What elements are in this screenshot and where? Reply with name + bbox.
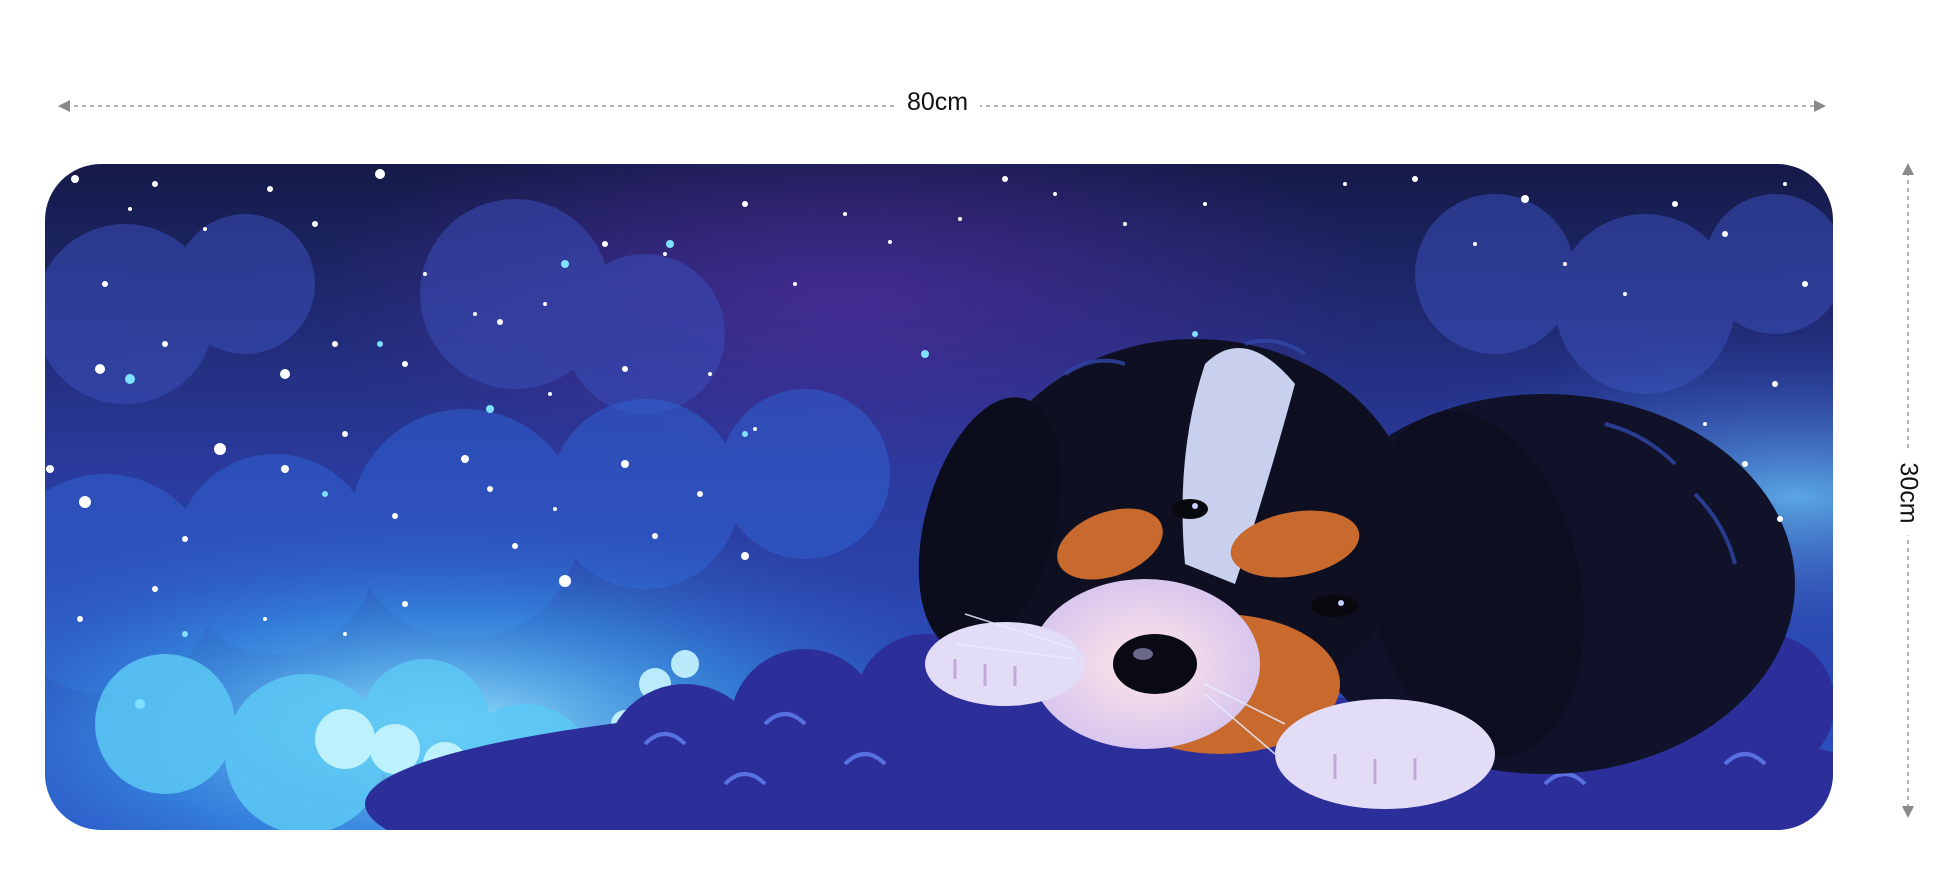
down-arrow-icon <box>1902 806 1914 818</box>
desk-mat-image <box>45 164 1833 830</box>
up-arrow-icon <box>1902 163 1914 175</box>
width-dimension-line <box>58 100 1826 112</box>
right-arrow-icon <box>1814 100 1826 112</box>
left-arrow-icon <box>58 100 70 112</box>
width-label: 80cm <box>895 90 981 115</box>
height-label: 30cm <box>1895 450 1923 536</box>
puppy-artwork <box>45 164 1833 830</box>
